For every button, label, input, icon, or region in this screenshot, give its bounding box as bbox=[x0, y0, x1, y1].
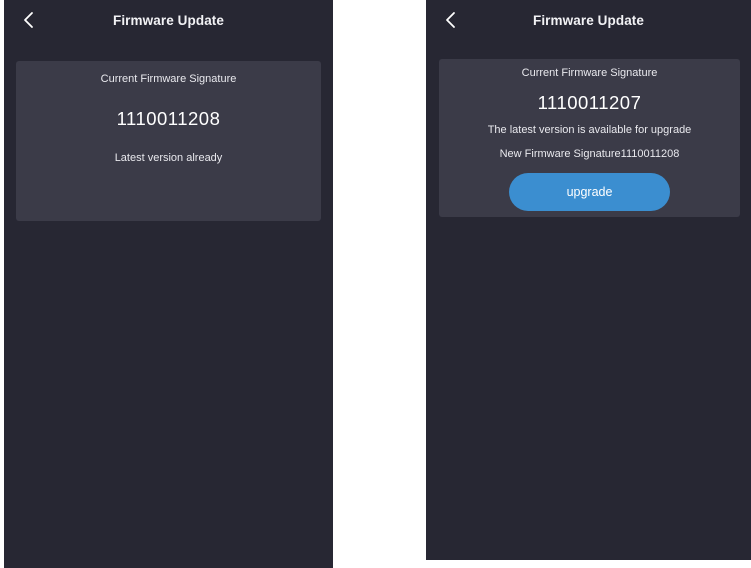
nav-bar: Firmware Update bbox=[426, 0, 751, 42]
firmware-card: Current Firmware Signature 1110011208 La… bbox=[16, 61, 321, 221]
status-text: Latest version already bbox=[114, 152, 223, 164]
page-title: Firmware Update bbox=[532, 13, 645, 28]
page-title: Firmware Update bbox=[112, 13, 225, 28]
firmware-card: Current Firmware Signature 1110011207 Th… bbox=[439, 59, 740, 217]
current-signature-value: 1110011208 bbox=[116, 108, 221, 129]
status-text: The latest version is available for upgr… bbox=[487, 124, 692, 136]
current-signature-value: 1110011207 bbox=[537, 92, 642, 113]
stage: Firmware Update Current Firmware Signatu… bbox=[0, 0, 751, 568]
new-signature-text: New Firmware Signature1110011208 bbox=[499, 148, 680, 160]
upgrade-button[interactable]: upgrade bbox=[509, 173, 670, 211]
nav-bar: Firmware Update bbox=[4, 0, 333, 42]
current-signature-label: Current Firmware Signature bbox=[521, 67, 658, 79]
firmware-screen-upgrade: Firmware Update Current Firmware Signatu… bbox=[426, 0, 751, 560]
current-signature-label: Current Firmware Signature bbox=[100, 73, 237, 85]
firmware-screen-current: Firmware Update Current Firmware Signatu… bbox=[4, 0, 333, 568]
